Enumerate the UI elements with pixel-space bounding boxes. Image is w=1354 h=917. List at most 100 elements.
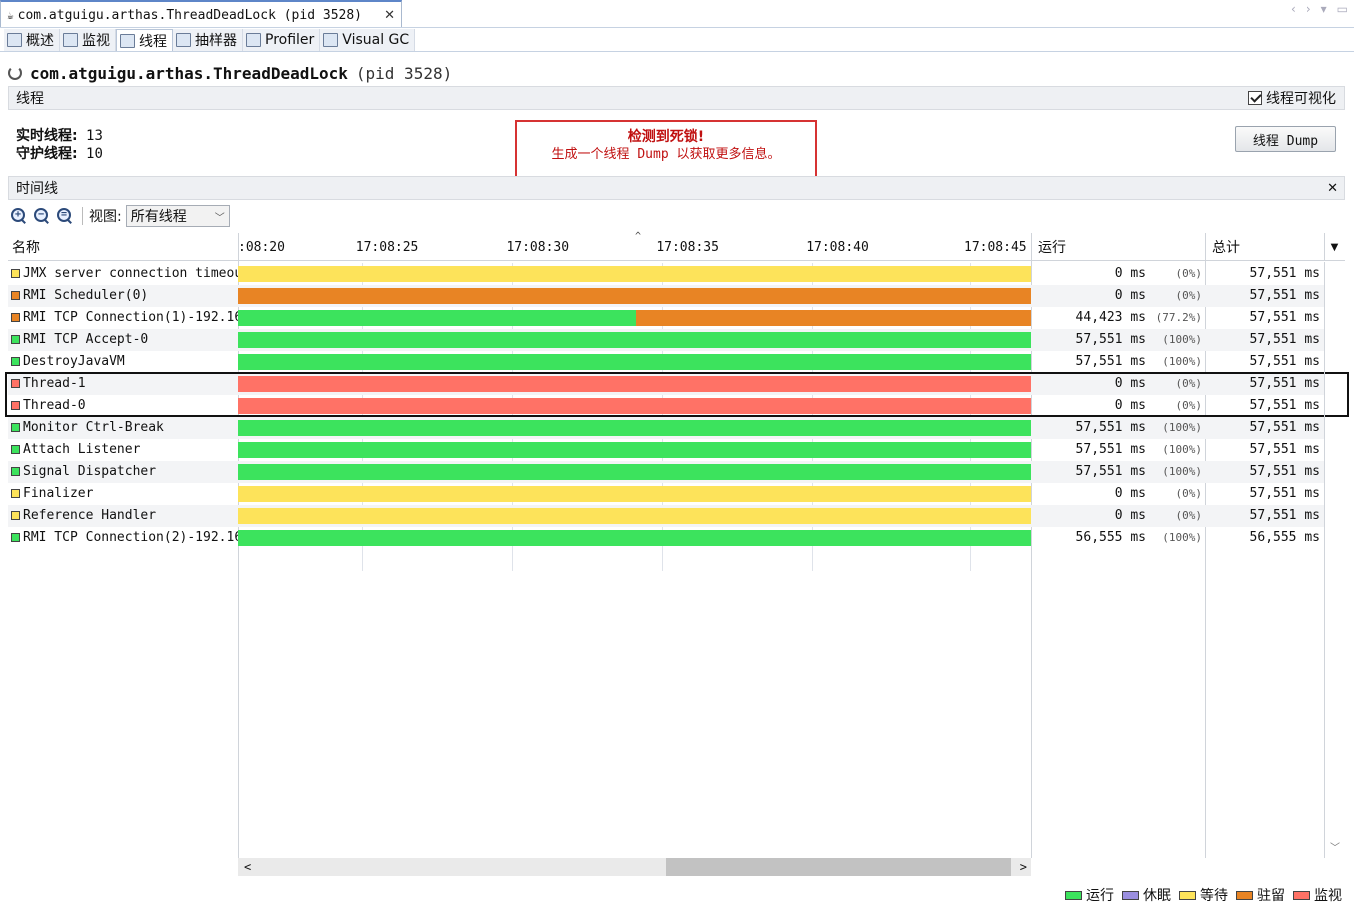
thread-row[interactable]: Monitor Ctrl-Break 57,551 ms (100%) 57,551 …	[8, 417, 1324, 439]
scroll-down-icon[interactable]: ﹀	[1330, 839, 1340, 854]
tab-label: 概述	[26, 33, 54, 49]
deadlock-alert-title: 检测到死锁!	[627, 129, 705, 145]
legend-label: 运行	[1086, 888, 1114, 904]
timeline-tick-label: :08:20	[238, 239, 285, 255]
thread-dump-button[interactable]: 线程 Dump	[1235, 126, 1336, 152]
thread-row[interactable]: RMI Scheduler(0) 0 ms (0%) 57,551 ms	[8, 285, 1324, 307]
document-tab-title: com.atguigu.arthas.ThreadDeadLock (pid 3…	[17, 7, 362, 23]
thread-name: Finalizer	[23, 486, 94, 501]
thread-row[interactable]: Reference Handler 0 ms (0%) 57,551 ms	[8, 505, 1324, 527]
vertical-scrollbar[interactable]: ﹀	[1324, 262, 1345, 858]
thread-state-swatch	[11, 467, 20, 476]
run-percent: (100%)	[1162, 531, 1202, 544]
thread-state-swatch	[11, 291, 20, 300]
tab-3[interactable]: 抽样器	[173, 29, 243, 51]
close-tab-icon[interactable]: ✕	[384, 8, 395, 23]
state-legend: 运行 休眠 等待 驻留 监视	[1057, 885, 1342, 905]
thread-state-swatch	[11, 489, 20, 498]
thread-name: Attach Listener	[23, 442, 141, 457]
column-menu-icon[interactable]: ▼	[1324, 233, 1344, 261]
legend-label: 驻留	[1257, 888, 1285, 904]
tab-0[interactable]: 概述	[4, 29, 60, 51]
horizontal-scrollbar[interactable]: < >	[238, 858, 1031, 876]
run-time: 57,551 ms	[1075, 464, 1146, 479]
total-time: 57,551 ms	[1249, 332, 1320, 347]
maximize-icon[interactable]: ▭	[1337, 2, 1348, 16]
thread-row[interactable]: RMI TCP Accept-0 57,551 ms (100%) 57,551 ms	[8, 329, 1324, 351]
tab-2[interactable]: 线程	[116, 29, 173, 51]
legend-label: 休眠	[1143, 888, 1171, 904]
run-percent: (0%)	[1175, 487, 1203, 500]
timeline-tick-label: 17:08:45	[964, 239, 1027, 255]
zoom-out-glyph: −	[37, 209, 45, 220]
deadlock-alert-message: 生成一个线程 Dump 以获取更多信息。	[551, 147, 781, 162]
app-pid: (pid 3528)	[355, 63, 453, 83]
zoom-in-glyph: +	[14, 209, 22, 220]
thread-row[interactable]: RMI TCP Connection(2)-192.168 56,555 ms (1…	[8, 527, 1324, 549]
timeline-section-label: 时间线	[16, 181, 58, 197]
view-label: 视图:	[89, 209, 122, 225]
view-tabs: 概述 监视 线程 抽样器 Profiler Visual GC	[4, 29, 416, 51]
thread-name: JMX server connection timeout 16	[23, 266, 238, 281]
timeline-tick-label: 17:08:30	[506, 239, 570, 255]
thread-row[interactable]: Attach Listener 57,551 ms (100%) 57,551 ms	[8, 439, 1324, 461]
view-tabs-divider	[0, 51, 1354, 52]
thread-row[interactable]: Signal Dispatcher 57,551 ms (100%) 57,551 m…	[8, 461, 1324, 483]
scroll-left-icon[interactable]: <	[244, 858, 251, 876]
tab-4[interactable]: Profiler	[243, 29, 321, 51]
checkbox-checked-icon[interactable]	[1248, 91, 1262, 105]
column-header-name[interactable]: 名称	[12, 233, 40, 261]
document-tab[interactable]: ☕ com.atguigu.arthas.ThreadDeadLock (pid…	[0, 0, 402, 28]
thread-row[interactable]: JMX server connection timeout 16 0 ms (0%)…	[8, 263, 1324, 285]
thread-row[interactable]: Finalizer 0 ms (0%) 57,551 ms	[8, 483, 1324, 505]
run-time: 57,551 ms	[1075, 354, 1146, 369]
legend-item-running: 运行	[1065, 885, 1114, 905]
tab-1[interactable]: 监视	[60, 29, 116, 51]
thread-timeline-bar	[238, 354, 1031, 370]
scroll-tabs-right-icon[interactable]: ›	[1306, 2, 1311, 16]
profiler-clock-icon	[246, 33, 261, 47]
total-time: 57,551 ms	[1249, 288, 1320, 303]
thread-name: RMI TCP Connection(1)-192.168	[23, 310, 238, 325]
zoom-out-icon[interactable]: −	[33, 207, 51, 225]
threads-timeline-table: 名称 :08:20 17:08:25 17:08:30 17:08:35 17:08:4…	[8, 231, 1345, 858]
scrollbar-thumb[interactable]	[666, 858, 1011, 876]
scroll-tabs-left-icon[interactable]: ‹	[1291, 2, 1296, 16]
tab-label: Visual GC	[342, 32, 410, 48]
thread-name: DestroyJavaVM	[23, 354, 125, 369]
threads-section-header: 线程 线程可视化	[8, 86, 1345, 110]
zoom-in-icon[interactable]: +	[10, 207, 28, 225]
legend-swatch	[1179, 890, 1196, 900]
total-time: 57,551 ms	[1249, 310, 1320, 325]
daemon-threads-value: 10	[86, 146, 103, 162]
thread-timeline-bar	[238, 310, 1031, 326]
visualize-threads-checkbox[interactable]: 线程可视化	[1248, 88, 1336, 108]
column-header-run[interactable]: 运行	[1038, 233, 1066, 261]
thread-state-swatch	[11, 357, 20, 366]
view-select[interactable]: 所有线程 ﹀	[125, 205, 230, 227]
tab-5[interactable]: Visual GC	[320, 29, 416, 51]
run-percent: (100%)	[1162, 355, 1202, 368]
thread-row[interactable]: DestroyJavaVM 57,551 ms (100%) 57,551 ms	[8, 351, 1324, 373]
timeline-segment-running	[238, 530, 1031, 546]
thread-timeline-bar	[238, 266, 1031, 282]
close-timeline-icon[interactable]: ✕	[1327, 181, 1338, 196]
column-header-total[interactable]: 总计	[1212, 233, 1240, 261]
timeline-section-header: 时间线 ✕	[8, 176, 1345, 200]
timeline-segment-parked	[238, 288, 1031, 304]
timeline-segment-running	[238, 464, 1031, 480]
thread-state-swatch	[11, 335, 20, 344]
timeline-segment-waiting	[238, 266, 1031, 282]
tab-list-icon[interactable]: ▾	[1321, 2, 1327, 16]
total-time: 57,551 ms	[1249, 442, 1320, 457]
run-percent: (0%)	[1175, 509, 1203, 522]
run-time: 0 ms	[1114, 266, 1146, 281]
thread-timeline-bar	[238, 442, 1031, 458]
legend-label: 等待	[1200, 888, 1228, 904]
thread-row[interactable]: RMI TCP Connection(1)-192.168 44,423 ms (7…	[8, 307, 1324, 329]
scroll-right-icon[interactable]: >	[1020, 858, 1027, 876]
thread-timeline-bar	[238, 332, 1031, 348]
legend-item-waiting: 等待	[1179, 885, 1228, 905]
zoom-fit-icon[interactable]: =	[56, 207, 74, 225]
legend-swatch	[1122, 890, 1139, 900]
